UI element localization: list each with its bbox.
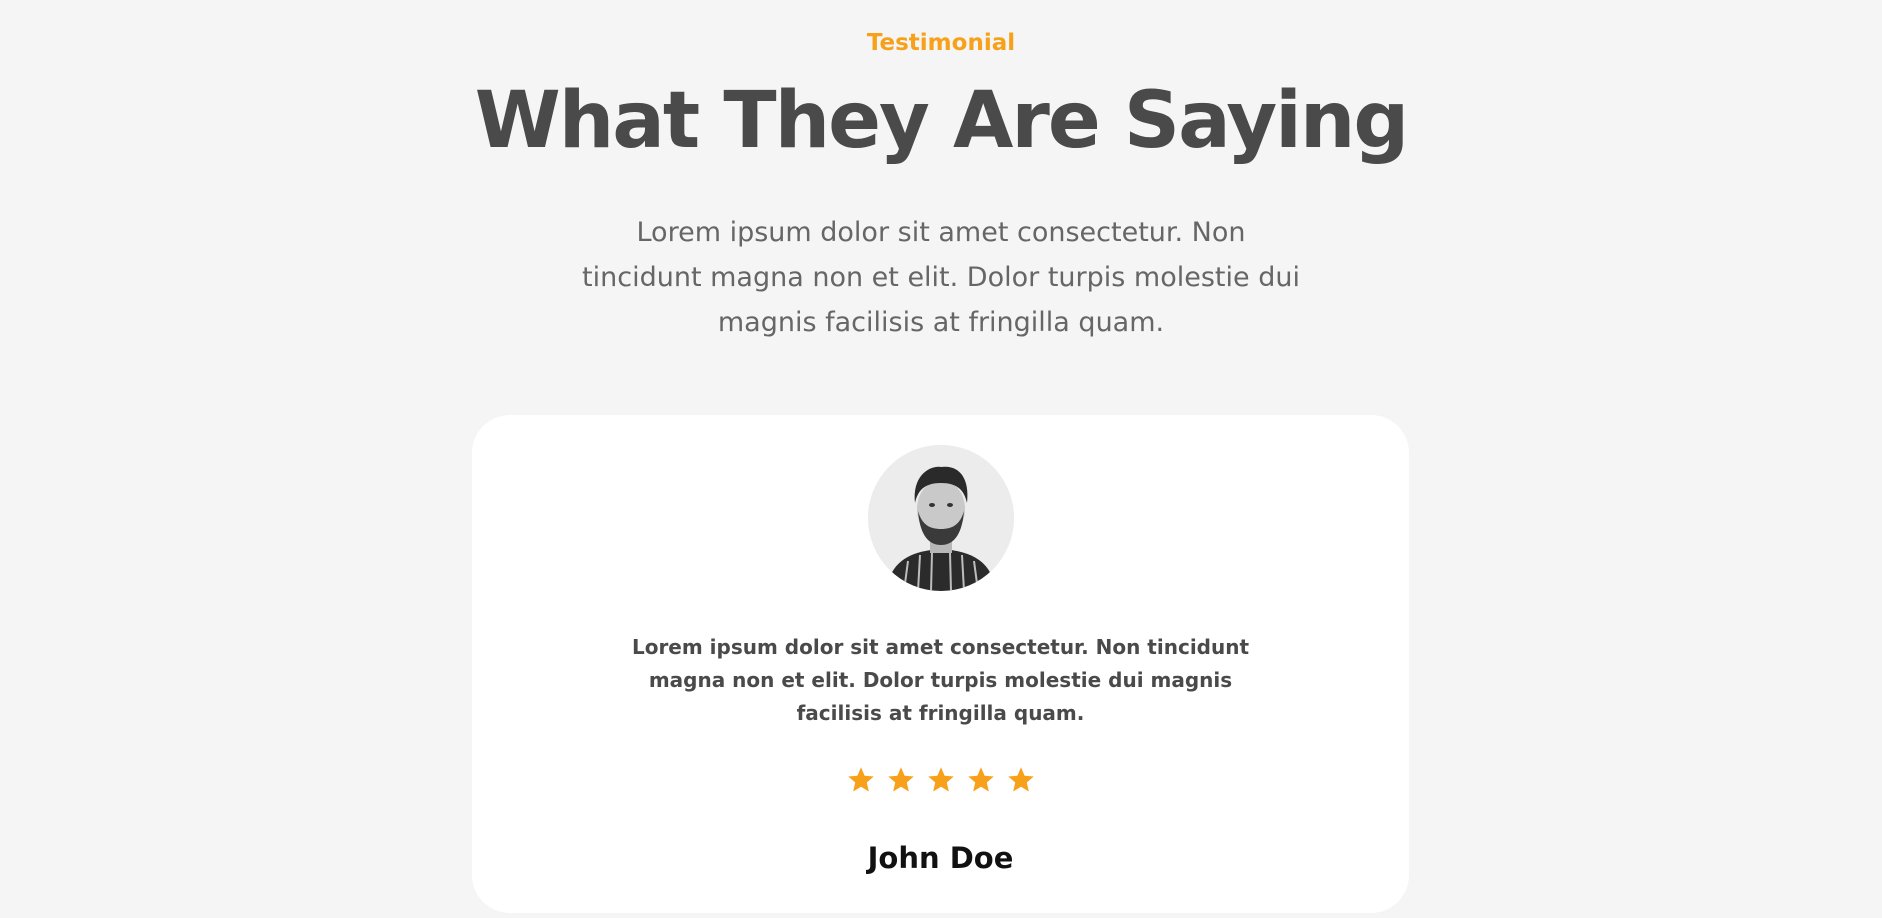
star-icon [967, 767, 994, 792]
star-rating [472, 765, 1409, 795]
section-subtitle: Lorem ipsum dolor sit amet consectetur. … [582, 217, 1300, 338]
star-icon [847, 767, 874, 792]
testimonial-card: Lorem ipsum dolor sit amet consectetur. … [472, 415, 1409, 913]
testimonial-quote: Lorem ipsum dolor sit amet consectetur. … [631, 635, 1250, 725]
star-icon [887, 767, 914, 792]
section-eyebrow: Testimonial [866, 30, 1016, 56]
star-icon [927, 767, 954, 792]
section-title: What They Are Saying [474, 76, 1410, 166]
testimonial-section: Testimonial What They Are Saying Lorem i… [0, 0, 1882, 918]
star-icon [1007, 767, 1034, 792]
author-name: John Doe [867, 841, 1014, 875]
avatar-photo [868, 445, 1014, 591]
avatar [868, 445, 1014, 591]
